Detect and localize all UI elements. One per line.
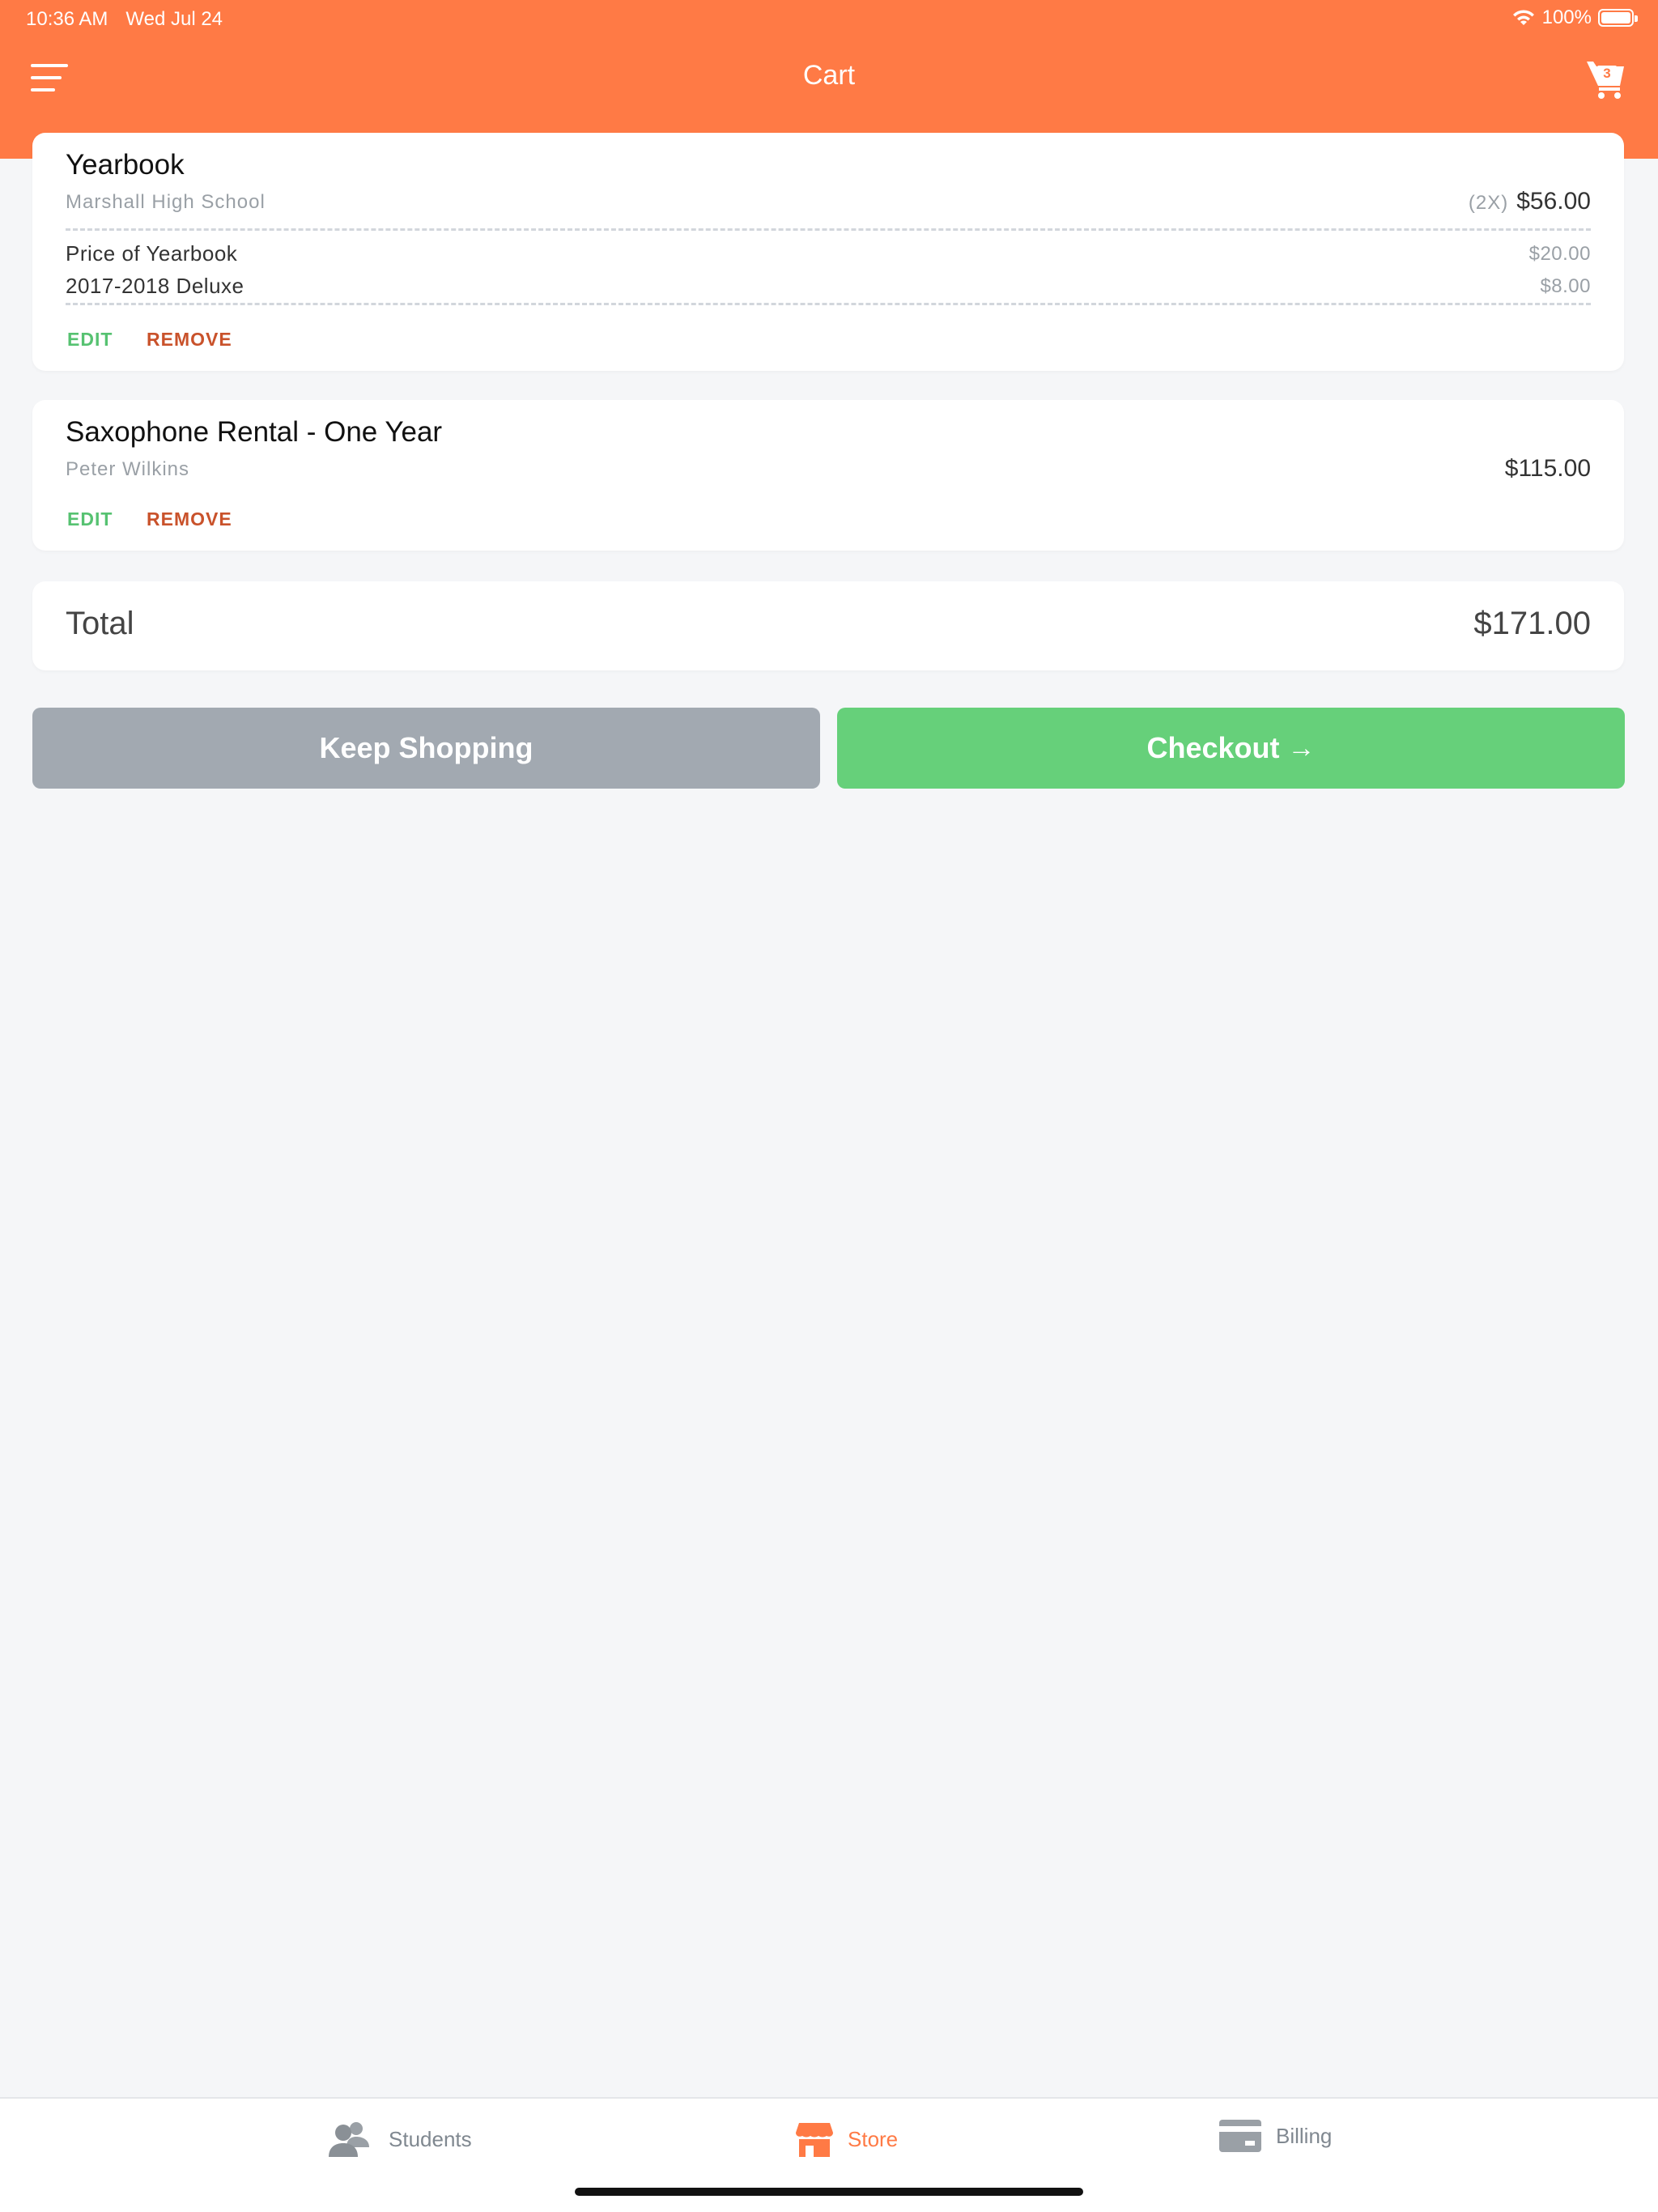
divider <box>66 228 1591 231</box>
item-price-value: $115.00 <box>1504 455 1591 482</box>
status-time: 10:36 AM <box>26 8 108 30</box>
cart-item-yearbook: Yearbook Marshall High School (2X) $56.00… <box>32 133 1624 371</box>
tab-label: Billing <box>1276 2123 1333 2148</box>
item-quantity: (2X) <box>1468 192 1509 214</box>
remove-button[interactable]: REMOVE <box>147 508 232 530</box>
remove-button[interactable]: REMOVE <box>147 329 232 351</box>
line-item-amount: $8.00 <box>1540 275 1591 297</box>
line-item-amount: $20.00 <box>1528 243 1591 265</box>
users-icon <box>329 2122 369 2157</box>
checkout-label: Checkout <box>1146 731 1280 764</box>
status-date: Wed Jul 24 <box>125 8 223 30</box>
cart-count-badge: 3 <box>1597 66 1617 82</box>
store-icon <box>796 2123 833 2157</box>
item-title: Yearbook <box>66 149 185 181</box>
battery-percent: 100% <box>1541 6 1592 28</box>
line-item-label: Price of Yearbook <box>66 241 238 266</box>
tab-billing[interactable]: Billing <box>1219 2120 1332 2152</box>
item-title: Saxophone Rental - One Year <box>66 416 443 448</box>
home-indicator <box>575 2188 1083 2196</box>
checkout-button[interactable]: Checkout → <box>837 708 1625 789</box>
item-subtitle: Marshall High School <box>66 191 266 213</box>
arrow-right-icon: → <box>1287 732 1316 764</box>
wifi-icon <box>1512 10 1534 25</box>
cart-item-saxophone: Saxophone Rental - One Year Peter Wilkin… <box>32 400 1624 551</box>
tab-store[interactable]: Store <box>796 2120 898 2159</box>
total-card: Total $171.00 <box>32 581 1624 670</box>
item-subtitle: Peter Wilkins <box>66 458 190 480</box>
page-title: Cart <box>802 60 856 91</box>
keep-shopping-label: Keep Shopping <box>319 731 534 764</box>
edit-button[interactable]: EDIT <box>67 329 113 351</box>
tab-label: Store <box>848 2126 899 2151</box>
divider <box>66 303 1591 305</box>
credit-card-icon <box>1219 2120 1261 2152</box>
keep-shopping-button[interactable]: Keep Shopping <box>32 708 820 789</box>
total-amount: $171.00 <box>1473 606 1591 641</box>
status-bar: 10:36 AM Wed Jul 24 100% <box>0 0 1658 39</box>
line-item-label: 2017-2018 Deluxe <box>66 274 244 298</box>
item-price: (2X) $56.00 <box>1469 188 1591 215</box>
battery-icon <box>1598 9 1638 27</box>
tab-label: Students <box>389 2126 472 2151</box>
total-label: Total <box>66 606 134 641</box>
edit-button[interactable]: EDIT <box>67 508 113 530</box>
tab-students[interactable]: Students <box>325 2120 472 2159</box>
cart-button[interactable]: 3 <box>1585 58 1627 100</box>
item-price-value: $56.00 <box>1516 188 1591 215</box>
